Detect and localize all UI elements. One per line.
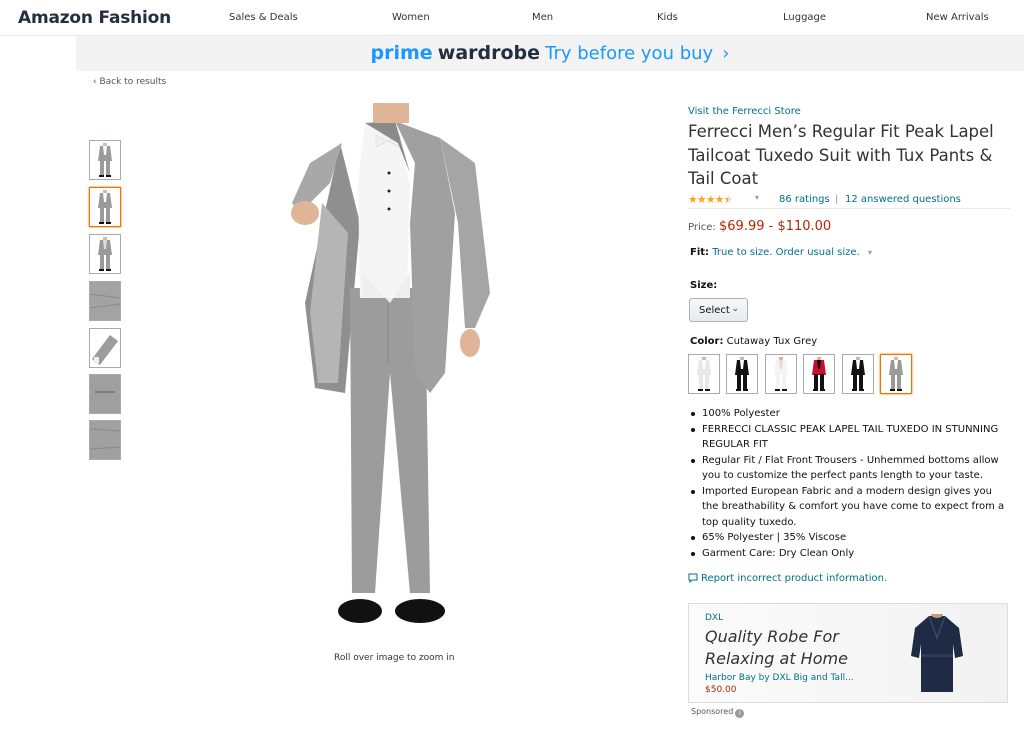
list-item: 100% Polyester [691,406,1007,422]
fit-info: Fit: True to size. Order usual size. ▾ [690,247,872,258]
nav-luggage[interactable]: Luggage [783,12,826,23]
zoom-hint: Roll over image to zoom in [334,653,455,663]
color-label: Color: Cutaway Tux Grey [690,336,817,347]
thumbnail-5[interactable] [89,328,121,368]
speech-bubble-icon [688,573,698,584]
color-label-text: Color: [690,336,724,347]
info-icon[interactable]: i [735,709,745,718]
nav-men[interactable]: Men [532,12,553,23]
sponsored-label: Sponsored i [691,707,745,718]
thumbnail-1[interactable] [89,140,121,180]
chevron-down-icon: ⌄ [731,304,739,314]
color-swatch-1[interactable] [688,354,720,394]
nav-new-arrivals[interactable]: New Arrivals [926,12,989,23]
report-link[interactable]: Report incorrect product information. [688,573,887,584]
thumbnail-3[interactable] [89,234,121,274]
sponsored-ad[interactable]: DXL Quality Robe For Relaxing at Home Ha… [688,603,1008,703]
ad-brand: DXL [705,613,724,623]
thumbnail-4[interactable] [89,281,121,321]
size-select[interactable]: Select ⌄ [689,298,748,322]
back-to-results-link[interactable]: ‹ Back to results [93,77,166,87]
list-item: 65% Polyester | 35% Viscose [691,530,1007,546]
size-select-value: Select [699,305,730,316]
color-swatch-5[interactable] [842,354,874,394]
list-item: Regular Fit / Flat Front Trousers - Unhe… [691,453,1007,484]
price-label: Price: [688,222,716,233]
rating-row: ★★★★★★ ▾ 86 ratings | 12 answered questi… [688,193,1010,209]
robe-image [911,614,963,692]
color-swatch-6[interactable] [880,354,912,394]
ad-product-link[interactable]: Harbor Bay by DXL Big and Tall... [705,673,854,683]
nav-women[interactable]: Women [392,12,430,23]
color-swatch-2[interactable] [726,354,758,394]
chevron-down-icon[interactable]: ▾ [868,248,872,257]
list-item: Imported European Fabric and a modern de… [691,484,1007,531]
price-value: $69.99 - $110.00 [719,219,832,234]
size-label: Size: [690,280,718,291]
list-item: Garment Care: Dry Clean Only [691,546,1007,562]
rating-separator: | [835,194,839,205]
top-nav: Amazon Fashion Sales & Deals Women Men K… [0,0,1024,36]
prime-wardrobe-banner[interactable]: prime wardrobe Try before you buy › [76,36,1024,71]
chevron-right-icon: › [722,43,730,64]
fit-label: Fit: [690,247,710,258]
color-swatch-4[interactable] [803,354,835,394]
list-item: FERRECCI CLASSIC PEAK LAPEL TAIL TUXEDO … [691,422,1007,453]
nav-sales-deals[interactable]: Sales & Deals [229,12,298,23]
prime-word: prime [370,42,433,64]
ad-headline: Quality Robe For Relaxing at Home [705,627,848,668]
product-title: Ferrecci Men’s Regular Fit Peak Lapel Ta… [688,122,994,188]
color-swatch-3[interactable] [765,354,797,394]
ratings-count-link[interactable]: 86 ratings [779,194,830,205]
chevron-down-icon[interactable]: ▾ [755,193,759,202]
amazon-fashion-logo[interactable]: Amazon Fashion [18,8,171,28]
answered-questions-link[interactable]: 12 answered questions [845,194,961,205]
thumbnail-7[interactable] [89,420,121,460]
try-before-you-buy: Try before you buy [545,43,714,64]
feature-bullets: 100% Polyester FERRECCI CLASSIC PEAK LAP… [691,406,1007,562]
star-rating-icon[interactable]: ★★★★★★ [688,193,733,206]
thumbnail-2[interactable] [89,187,121,227]
main-product-image[interactable] [270,103,510,643]
report-link-text: Report incorrect product information. [701,573,888,584]
color-value: Cutaway Tux Grey [726,336,818,347]
wardrobe-word: wardrobe [437,42,541,64]
sponsored-text: Sponsored [691,707,734,716]
visit-store-link[interactable]: Visit the Ferrecci Store [688,106,801,117]
ad-price: $50.00 [705,685,737,695]
thumbnail-6[interactable] [89,374,121,414]
fit-value-link[interactable]: True to size. Order usual size. [712,247,860,258]
nav-kids[interactable]: Kids [657,12,678,23]
